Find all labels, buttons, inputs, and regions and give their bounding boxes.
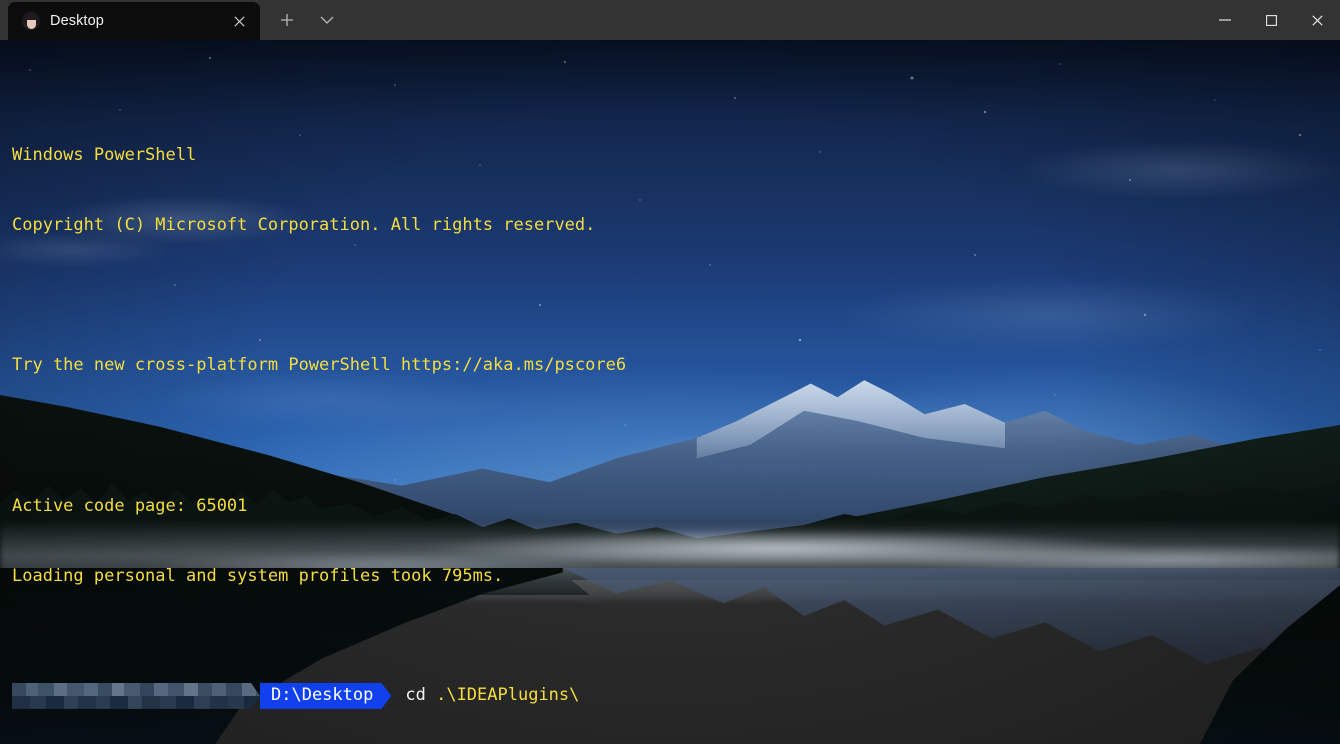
title-bar: Desktop <box>0 0 1340 40</box>
plus-icon[interactable] <box>270 3 304 37</box>
tab-desktop[interactable]: Desktop <box>8 2 260 40</box>
censored-user-segment <box>12 683 260 709</box>
close-icon[interactable] <box>1294 0 1340 40</box>
window-controls <box>1202 0 1340 40</box>
chevron-down-icon[interactable] <box>310 3 344 37</box>
terminal-pane[interactable]: Windows PowerShell Copyright (C) Microso… <box>0 40 1340 744</box>
banner-line: Try the new cross-platform PowerShell ht… <box>12 355 627 376</box>
avatar-icon <box>22 12 40 30</box>
banner-line: Windows PowerShell <box>12 144 197 165</box>
terminal-window: Desktop Windows PowerShell Copyright (C)… <box>0 0 1340 744</box>
banner-line: Active code page: 65001 <box>12 495 248 516</box>
banner-line <box>12 284 1340 307</box>
minimize-icon[interactable] <box>1202 0 1248 40</box>
terminal-output: Windows PowerShell Copyright (C) Microso… <box>0 40 1340 744</box>
command-text: cd .\IDEAPlugins\ <box>405 684 579 707</box>
tab-title: Desktop <box>50 13 104 29</box>
banner-line: Loading personal and system profiles too… <box>12 565 504 586</box>
banner-line: Copyright (C) Microsoft Corporation. All… <box>12 214 596 235</box>
tab-strip: Desktop <box>0 0 260 40</box>
path-segment: D:\Desktop <box>260 683 391 709</box>
command-argument: .\IDEAPlugins\ <box>436 685 580 706</box>
close-icon[interactable] <box>224 6 254 36</box>
command-keyword: cd <box>405 685 426 706</box>
prompt-line-1: D:\Desktop cd .\IDEAPlugins\ <box>12 682 1340 710</box>
banner-line <box>12 424 1340 447</box>
maximize-icon[interactable] <box>1248 0 1294 40</box>
